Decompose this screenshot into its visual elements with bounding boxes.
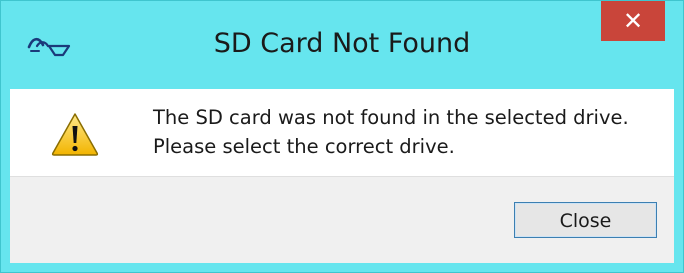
close-button[interactable]: Close bbox=[514, 202, 657, 238]
button-bar: Close bbox=[10, 176, 674, 263]
message-text: The SD card was not found in the selecte… bbox=[153, 103, 629, 161]
warning-icon bbox=[51, 113, 99, 156]
message-line-2: Please select the correct drive. bbox=[153, 135, 455, 158]
dialog-window: SD Card Not Found ✕ The SD card was not … bbox=[0, 0, 684, 273]
close-icon[interactable]: ✕ bbox=[601, 1, 665, 41]
dialog-title: SD Card Not Found bbox=[213, 28, 471, 59]
message-area: The SD card was not found in the selecte… bbox=[10, 89, 674, 176]
app-logo-icon bbox=[27, 37, 71, 57]
message-line-1: The SD card was not found in the selecte… bbox=[153, 106, 629, 129]
title-bar[interactable]: SD Card Not Found ✕ bbox=[1, 1, 683, 89]
